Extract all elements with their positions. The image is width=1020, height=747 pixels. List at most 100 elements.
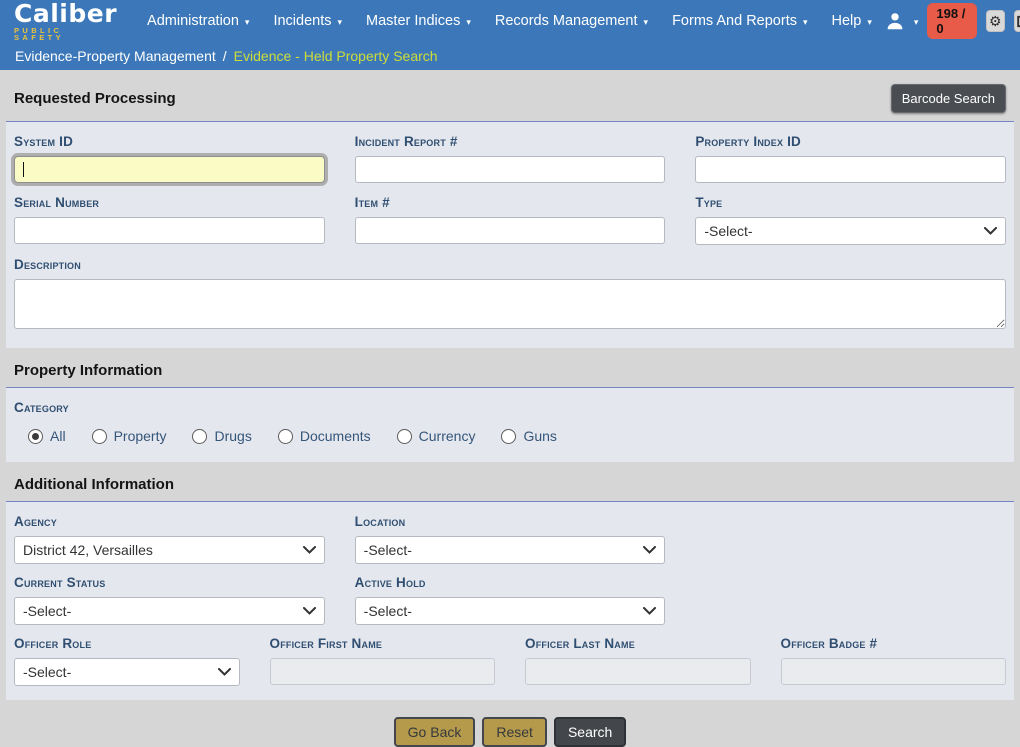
- field-type: Type -Select-: [695, 193, 1006, 245]
- agency-label: Agency: [14, 514, 325, 529]
- field-active-hold: Active Hold -Select-: [355, 573, 666, 625]
- section-title-additional-information: Additional Information: [14, 476, 174, 493]
- nav-incidents[interactable]: Incidents▾: [261, 0, 354, 42]
- officer-first-name-input: [270, 658, 496, 685]
- current-status-select[interactable]: -Select-: [14, 597, 325, 625]
- category-label: Category: [14, 400, 1006, 415]
- caliber-logo: Caliber PUBLIC SAFETY: [14, 1, 117, 42]
- property-index-id-label: Property Index ID: [695, 134, 1006, 149]
- field-property-index-id: Property Index ID: [695, 132, 1006, 183]
- active-hold-label: Active Hold: [355, 575, 666, 590]
- property-index-id-input[interactable]: [695, 156, 1006, 183]
- location-label: Location: [355, 514, 666, 529]
- officer-role-select[interactable]: -Select-: [14, 658, 240, 686]
- officer-badge-label: Officer Badge #: [781, 636, 1007, 651]
- officer-role-label: Officer Role: [14, 636, 240, 651]
- additional-information-panel: Agency District 42, Versailles Location …: [6, 501, 1014, 700]
- system-id-input[interactable]: [14, 156, 325, 183]
- section-title-property-information: Property Information: [14, 362, 162, 379]
- nav-records-management[interactable]: Records Management▾: [483, 0, 660, 42]
- field-description: Description: [14, 255, 1006, 334]
- category-radio-property[interactable]: Property: [92, 428, 167, 444]
- category-radio-all[interactable]: All: [28, 428, 66, 444]
- item-number-input[interactable]: [355, 217, 666, 244]
- system-id-label: System ID: [14, 134, 325, 149]
- logout-icon: [1016, 15, 1020, 28]
- search-button[interactable]: Search: [554, 717, 626, 747]
- radio-button[interactable]: [278, 429, 293, 444]
- user-icon: [884, 10, 906, 32]
- category-radio-guns[interactable]: Guns: [501, 428, 556, 444]
- field-officer-badge: Officer Badge #: [781, 634, 1007, 686]
- serial-number-input[interactable]: [14, 217, 325, 244]
- top-navbar: Caliber PUBLIC SAFETY Administration▾ In…: [0, 0, 1020, 42]
- field-officer-first-name: Officer First Name: [270, 634, 496, 686]
- item-number-label: Item #: [355, 195, 666, 210]
- description-textarea[interactable]: [14, 279, 1006, 329]
- go-back-button[interactable]: Go Back: [394, 717, 476, 747]
- property-information-panel: Category All Property Drugs Documents Cu…: [6, 387, 1014, 462]
- officer-last-name-label: Officer Last Name: [525, 636, 751, 651]
- radio-button[interactable]: [501, 429, 516, 444]
- chevron-down-icon: ▾: [867, 17, 872, 28]
- field-current-status: Current Status -Select-: [14, 573, 325, 625]
- radio-button[interactable]: [92, 429, 107, 444]
- category-radio-documents[interactable]: Documents: [278, 428, 371, 444]
- officer-last-name-input: [525, 658, 751, 685]
- agency-select[interactable]: District 42, Versailles: [14, 536, 325, 564]
- incident-report-label: Incident Report #: [355, 134, 666, 149]
- chevron-down-icon: ▾: [914, 17, 919, 28]
- field-system-id: System ID: [14, 132, 325, 183]
- section-title-requested-processing: Requested Processing: [14, 90, 176, 107]
- settings-button[interactable]: ⚙: [986, 10, 1005, 32]
- chevron-down-icon: ▾: [338, 17, 343, 28]
- field-agency: Agency District 42, Versailles: [14, 512, 325, 564]
- incident-report-input[interactable]: [355, 156, 666, 183]
- nav-forms-and-reports[interactable]: Forms And Reports▾: [660, 0, 819, 42]
- nav-help[interactable]: Help▾: [820, 0, 884, 42]
- main-nav: Administration▾ Incidents▾ Master Indice…: [135, 0, 884, 42]
- reset-button[interactable]: Reset: [482, 717, 547, 747]
- user-menu[interactable]: ▾: [884, 10, 919, 32]
- chevron-down-icon: ▾: [644, 17, 649, 28]
- current-status-label: Current Status: [14, 575, 325, 590]
- description-label: Description: [14, 257, 1006, 272]
- field-incident-report: Incident Report #: [355, 132, 666, 183]
- location-select[interactable]: -Select-: [355, 536, 666, 564]
- officer-first-name-label: Officer First Name: [270, 636, 496, 651]
- category-radio-currency[interactable]: Currency: [397, 428, 476, 444]
- radio-button[interactable]: [28, 429, 43, 444]
- logo-subtitle: PUBLIC SAFETY: [14, 27, 117, 42]
- chevron-down-icon: ▾: [245, 17, 250, 28]
- breadcrumb-separator: /: [223, 48, 227, 64]
- barcode-search-button[interactable]: Barcode Search: [891, 84, 1006, 113]
- notification-count-badge[interactable]: 198 / 0: [927, 3, 976, 39]
- nav-administration[interactable]: Administration▾: [135, 0, 261, 42]
- officer-badge-input: [781, 658, 1007, 685]
- radio-button[interactable]: [192, 429, 207, 444]
- chevron-down-icon: ▾: [466, 17, 471, 28]
- field-serial-number: Serial Number: [14, 193, 325, 245]
- breadcrumb-current-page[interactable]: Evidence - Held Property Search: [234, 48, 438, 64]
- category-radio-group: All Property Drugs Documents Currency Gu…: [14, 422, 1006, 448]
- requested-processing-panel: System ID Incident Report # Property Ind…: [6, 121, 1014, 348]
- serial-number-label: Serial Number: [14, 195, 325, 210]
- navbar-right-controls: ▾ 198 / 0 ⚙: [884, 3, 1020, 39]
- chevron-down-icon: ▾: [803, 17, 808, 28]
- breadcrumb: Evidence-Property Management / Evidence …: [0, 42, 1020, 70]
- form-actions: Go Back Reset Search: [6, 717, 1014, 747]
- type-select[interactable]: -Select-: [695, 217, 1006, 245]
- field-officer-last-name: Officer Last Name: [525, 634, 751, 686]
- text-cursor: [23, 162, 24, 177]
- nav-master-indices[interactable]: Master Indices▾: [354, 0, 483, 42]
- field-officer-role: Officer Role -Select-: [14, 634, 240, 686]
- field-item-number: Item #: [355, 193, 666, 245]
- logo-title: Caliber: [14, 1, 117, 26]
- category-radio-drugs[interactable]: Drugs: [192, 428, 251, 444]
- radio-button[interactable]: [397, 429, 412, 444]
- breadcrumb-parent: Evidence-Property Management: [15, 48, 216, 64]
- field-location: Location -Select-: [355, 512, 666, 564]
- active-hold-select[interactable]: -Select-: [355, 597, 666, 625]
- logout-button[interactable]: [1014, 10, 1020, 32]
- gear-icon: ⚙: [989, 14, 1002, 28]
